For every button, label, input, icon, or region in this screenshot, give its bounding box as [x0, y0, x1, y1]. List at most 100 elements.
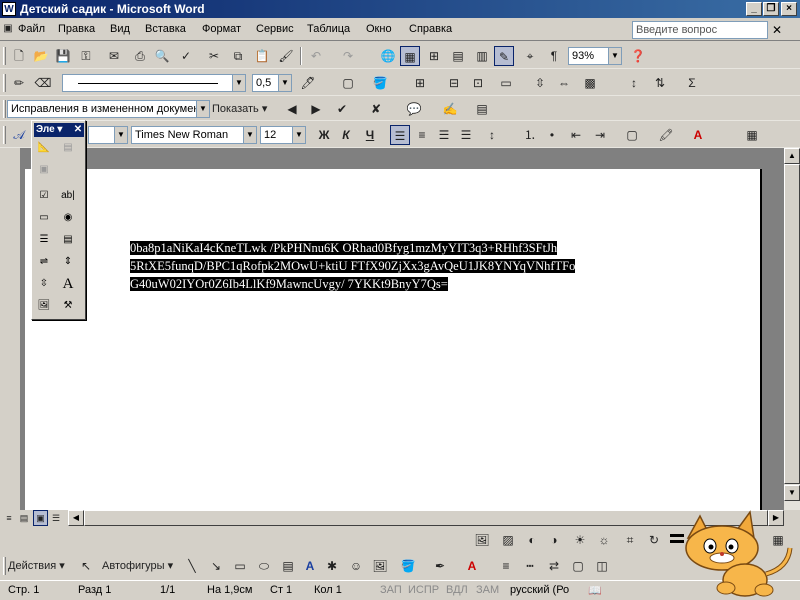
toggle-button-control-icon[interactable]: ⇌: [35, 253, 53, 271]
outline-view-icon[interactable]: ☰: [49, 510, 63, 526]
crop-icon[interactable]: ⌗: [620, 530, 640, 550]
draw-table-pencil-icon[interactable]: ✏: [9, 73, 29, 93]
email-icon[interactable]: ✉: [104, 46, 124, 66]
help-icon[interactable]: ❓: [628, 46, 648, 66]
dash-style-icon[interactable]: ┅: [520, 556, 540, 576]
shadow-style-icon[interactable]: ▢: [568, 556, 588, 576]
zoom-select[interactable]: 93% ▼: [568, 47, 622, 65]
menu-table[interactable]: Таблица: [307, 23, 350, 35]
insert-picture-icon[interactable]: 🖼: [472, 530, 492, 550]
color-icon[interactable]: ▨: [498, 530, 518, 550]
wordart-icon[interactable]: A: [300, 556, 320, 576]
listbox-control-icon[interactable]: ☰: [35, 231, 53, 249]
highlight-icon[interactable]: 🖍: [656, 125, 676, 145]
open-icon[interactable]: 📂: [31, 46, 51, 66]
actions-menu[interactable]: Действия ▾: [8, 556, 72, 576]
sort-ascending-icon[interactable]: ↕: [624, 73, 644, 93]
permission-icon[interactable]: ⚿: [76, 46, 96, 66]
selected-text[interactable]: 0ba8p1aNiKaI4cKneTLwk /PkPHNnu6K ORhad0B…: [130, 239, 670, 293]
insert-excel-icon[interactable]: ▤: [448, 46, 468, 66]
label-control-icon[interactable]: A: [59, 275, 77, 293]
text-line[interactable]: 0ba8p1aNiKaI4cKneTLwk /PkPHNnu6K ORhad0B…: [130, 241, 558, 255]
less-brightness-icon[interactable]: ☼: [594, 530, 614, 550]
scroll-left-icon[interactable]: ◀: [68, 510, 84, 526]
checkbox-control-icon[interactable]: ☑: [35, 187, 53, 205]
image-control-icon[interactable]: 🖼: [35, 297, 53, 315]
scroll-down-icon[interactable]: ▼: [784, 485, 800, 501]
font-select[interactable]: Times New Roman ▼: [131, 126, 257, 144]
align-cell-icon[interactable]: ▭: [496, 73, 516, 93]
line-spacing-icon[interactable]: ↕: [482, 125, 502, 145]
document-map-icon[interactable]: ⌖: [520, 46, 540, 66]
paste-icon[interactable]: 📋: [252, 46, 272, 66]
font-color-icon[interactable]: A: [688, 125, 708, 145]
distribute-columns-icon[interactable]: ⇔: [554, 73, 574, 93]
title-bar[interactable]: W Детский садик - Microsoft Word _ ❐ ×: [0, 0, 800, 18]
markup-mode-select[interactable]: Исправления в измененном документ ▼: [7, 100, 210, 118]
distribute-rows-icon[interactable]: ⇳: [530, 73, 550, 93]
next-change-icon[interactable]: ▶: [306, 99, 326, 119]
sort-descending-icon[interactable]: ⇅: [650, 73, 670, 93]
spin-button-control-icon[interactable]: ⇕: [59, 253, 77, 271]
properties-icon[interactable]: ▤: [59, 139, 77, 157]
option-button-control-icon[interactable]: ◉: [59, 209, 77, 227]
line-style-icon[interactable]: ≡: [496, 556, 516, 576]
document-icon[interactable]: ▣: [0, 19, 16, 37]
normal-view-icon[interactable]: ≡: [2, 510, 16, 526]
rectangle-icon[interactable]: ▭: [230, 556, 250, 576]
autosum-icon[interactable]: Σ: [682, 73, 702, 93]
status-overtype[interactable]: ЗАМ: [476, 584, 499, 596]
more-contrast-icon[interactable]: ◐: [522, 530, 542, 550]
scrollbar-control-icon[interactable]: ⇳: [35, 275, 53, 293]
horizontal-scroll-thumb[interactable]: [84, 510, 768, 526]
styles-icon[interactable]: 𝒜: [9, 125, 29, 145]
toolbar-grip[interactable]: [3, 47, 6, 65]
justify-icon[interactable]: ☰: [456, 125, 476, 145]
outside-border-icon[interactable]: ▢: [622, 125, 642, 145]
track-changes-icon[interactable]: ✍: [440, 99, 460, 119]
diagram-icon[interactable]: ✱: [322, 556, 342, 576]
cut-icon[interactable]: ✂: [204, 46, 224, 66]
line-color-icon[interactable]: ✒: [430, 556, 450, 576]
insert-table-icon[interactable]: ⊞: [424, 46, 444, 66]
button-control-icon[interactable]: ▭: [35, 209, 53, 227]
insert-table-grid-icon[interactable]: ⊞: [410, 73, 430, 93]
combobox-control-icon[interactable]: ▤: [59, 231, 77, 249]
document-page[interactable]: [25, 169, 762, 510]
fill-color-icon[interactable]: 🪣: [398, 556, 418, 576]
toolbox-close-icon[interactable]: ✕: [72, 123, 84, 137]
menu-tools[interactable]: Сервис: [256, 23, 294, 35]
select-objects-icon[interactable]: ↖: [76, 556, 96, 576]
more-brightness-icon[interactable]: ☀: [570, 530, 590, 550]
scroll-up-icon[interactable]: ▲: [784, 148, 800, 164]
autoshapes-menu[interactable]: Автофигуры ▾: [102, 556, 182, 576]
save-icon[interactable]: 💾: [53, 46, 73, 66]
close-document-icon[interactable]: ✕: [770, 22, 784, 38]
text-line[interactable]: G40uW02IYOr0Z6Ib4LlKf9MawncUvgy/ 7YKKt9B…: [130, 277, 448, 291]
menu-window[interactable]: Окно: [366, 23, 392, 35]
minimize-button[interactable]: _: [746, 2, 762, 16]
show-hide-icon[interactable]: ¶: [544, 46, 564, 66]
more-controls-icon[interactable]: ⚒: [59, 297, 77, 315]
spelling-status-icon[interactable]: 📖: [588, 584, 602, 597]
menu-view[interactable]: Вид: [110, 23, 130, 35]
shading-color-icon[interactable]: 🪣: [370, 73, 390, 93]
menu-insert[interactable]: Вставка: [145, 23, 186, 35]
oval-icon[interactable]: ⬭: [254, 556, 274, 576]
numbering-icon[interactable]: ⒈: [520, 125, 540, 145]
bold-button[interactable]: Ж: [314, 125, 334, 145]
align-left-icon[interactable]: ☰: [390, 125, 410, 145]
spelling-icon[interactable]: ✓: [176, 46, 196, 66]
toolbar-grip[interactable]: [3, 100, 6, 118]
eraser-icon[interactable]: ⌫: [33, 73, 53, 93]
new-document-icon[interactable]: 🗋: [9, 46, 29, 66]
menu-format[interactable]: Формат: [202, 23, 241, 35]
decrease-indent-icon[interactable]: ⇤: [566, 125, 586, 145]
3d-style-icon[interactable]: ◫: [592, 556, 612, 576]
menu-file[interactable]: Файл: [18, 23, 45, 35]
font-color-drawing-icon[interactable]: A: [462, 556, 482, 576]
italic-button[interactable]: К: [336, 125, 356, 145]
align-right-icon[interactable]: ☰: [434, 125, 454, 145]
border-color-icon[interactable]: 🖊: [298, 73, 318, 93]
status-extend[interactable]: ВДЛ: [446, 584, 468, 596]
